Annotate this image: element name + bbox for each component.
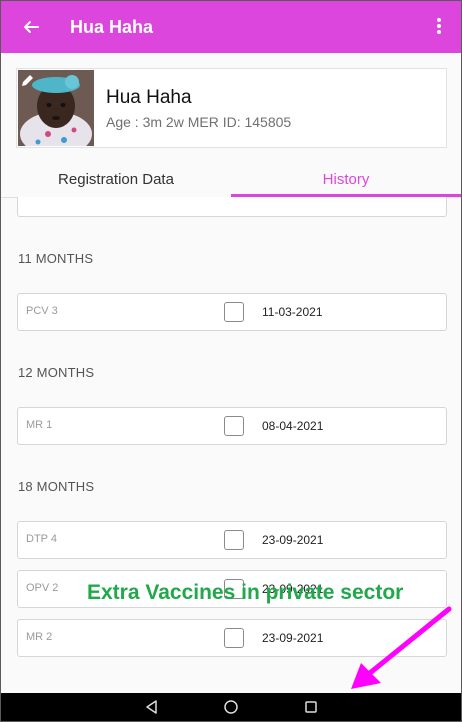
vaccine-date: 23-09-2021 <box>262 631 324 645</box>
system-nav-bar <box>1 693 461 721</box>
vaccine-date: 11-03-2021 <box>262 305 323 319</box>
vaccine-date: 08-04-2021 <box>262 419 324 433</box>
more-vert-icon[interactable] <box>431 16 447 40</box>
nav-home-icon[interactable] <box>223 699 239 715</box>
tab-registration-data[interactable]: Registration Data <box>1 161 231 198</box>
vaccine-checkbox[interactable] <box>224 628 244 648</box>
arrow-left-icon[interactable] <box>19 15 43 39</box>
vaccine-name: MR 2 <box>26 631 53 643</box>
vaccine-checkbox[interactable] <box>224 302 244 322</box>
profile-card: Hua Haha Age : 3m 2w MER ID: 145805 <box>16 68 447 148</box>
vaccine-name: PCV 3 <box>26 305 58 317</box>
nav-recents-icon[interactable] <box>303 699 319 715</box>
vaccine-row: DTP 4 23-09-2021 <box>17 521 447 559</box>
list-item <box>17 197 447 217</box>
vaccine-checkbox[interactable] <box>224 416 244 436</box>
section-title: 11 MONTHS <box>18 251 94 266</box>
annotation-arrow-icon <box>351 606 452 689</box>
vaccine-name: DTP 4 <box>26 533 57 545</box>
section-title: 12 MONTHS <box>18 365 95 380</box>
tab-history[interactable]: History <box>231 161 461 198</box>
vaccine-row: MR 1 08-04-2021 <box>17 407 447 445</box>
patient-name: Hua Haha <box>106 87 192 108</box>
pencil-icon[interactable] <box>20 72 36 88</box>
vaccine-checkbox[interactable] <box>224 530 244 550</box>
avatar[interactable] <box>18 70 94 146</box>
nav-back-icon[interactable] <box>144 699 160 715</box>
vaccine-date: 23-09-2021 <box>262 533 324 547</box>
tab-bar: Registration Data History <box>1 161 461 198</box>
vaccine-name: OPV 2 <box>26 582 59 594</box>
vaccine-row: PCV 3 11-03-2021 <box>17 293 447 331</box>
app-window: Hua Haha Hua Haha Age : 3m 2w MER ID: 14… <box>0 0 462 722</box>
patient-meta: Age : 3m 2w MER ID: 145805 <box>106 114 292 130</box>
vaccine-name: MR 1 <box>26 419 53 431</box>
app-bar: Hua Haha <box>1 1 461 53</box>
app-title: Hua Haha <box>70 17 154 37</box>
section-title: 18 MONTHS <box>18 479 95 494</box>
